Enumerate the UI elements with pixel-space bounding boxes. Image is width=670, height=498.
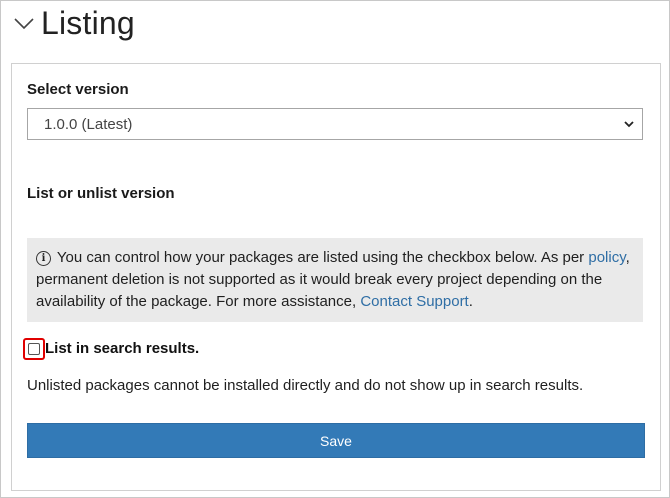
listing-section: Listing Select version 1.0.0 (Latest) Li… [0,0,670,498]
policy-link[interactable]: policy [588,249,625,266]
section-title: Listing [41,4,135,41]
list-in-search-checkbox[interactable] [28,343,40,355]
info-icon: i [36,251,51,266]
checkbox-highlight [23,338,45,360]
chevron-down-icon [620,115,638,133]
select-version-label: Select version [27,81,129,98]
info-text-1: You can control how your packages are li… [56,249,585,266]
version-select-value: 1.0.0 (Latest) [44,115,133,133]
list-unlist-heading: List or unlist version [27,185,175,202]
section-header[interactable]: Listing [9,1,135,45]
version-select[interactable]: 1.0.0 (Latest) [27,108,643,140]
listing-panel: Select version 1.0.0 (Latest) List or un… [11,63,661,491]
chevron-down-icon[interactable] [9,8,39,38]
info-message: i You can control how your packages are … [27,238,643,322]
save-button[interactable]: Save [27,423,645,458]
list-in-search-label[interactable]: List in search results. [45,340,199,357]
info-text-3: . [468,293,473,310]
unlisted-note: Unlisted packages cannot be installed di… [27,377,584,394]
contact-support-link[interactable]: Contact Support [360,293,468,310]
